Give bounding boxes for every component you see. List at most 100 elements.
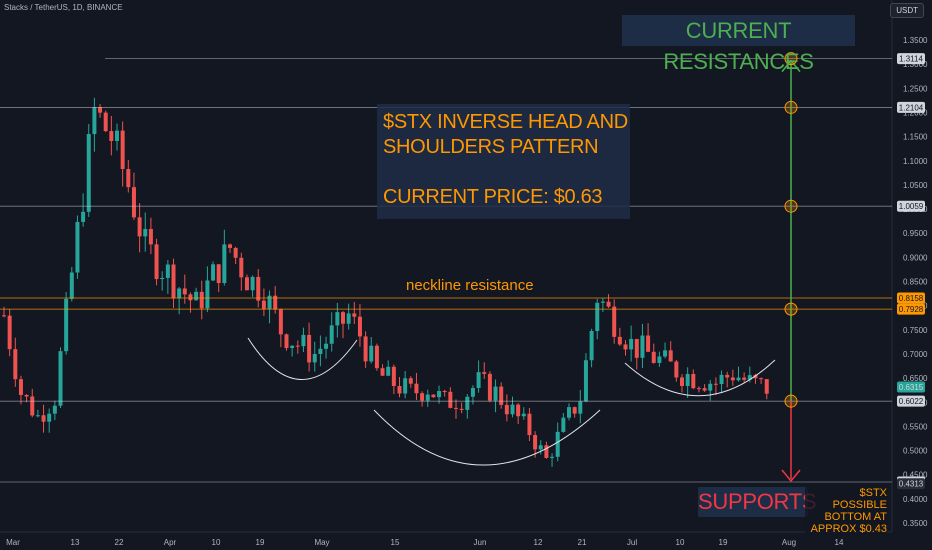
current-resistances-box: CURRENT RESISTANCES: [622, 15, 855, 74]
x-tick-label: Aug: [782, 538, 796, 547]
candle-body: [600, 301, 605, 303]
x-tick-label: Mar: [6, 538, 20, 547]
candle-body: [75, 221, 80, 273]
candle-body: [143, 228, 148, 237]
candle-body: [408, 378, 413, 384]
head-curve: [373, 409, 601, 466]
candle-body: [533, 435, 538, 450]
candle-body: [391, 366, 396, 387]
candle-body: [290, 345, 295, 349]
candle-body: [160, 277, 165, 280]
candle-body: [459, 408, 464, 410]
candle-body: [199, 291, 204, 309]
candle-body: [493, 386, 498, 401]
candle-body: [148, 228, 153, 245]
candle-body: [759, 378, 764, 380]
candle-body: [58, 351, 63, 406]
y-tick-label: 1.0500: [903, 181, 928, 190]
candle-body: [126, 168, 131, 188]
x-tick-label: 22: [115, 538, 124, 547]
pattern-annotation-box: $STX INVERSE HEAD AND SHOULDERS PATTERN …: [377, 104, 630, 219]
candle-body: [137, 217, 142, 237]
candle-body: [357, 316, 362, 337]
candle-body: [69, 272, 74, 299]
candle-body: [482, 372, 487, 374]
candle-body: [318, 348, 323, 354]
candle-body: [335, 312, 340, 326]
candle-body: [713, 383, 718, 385]
pattern-title-line1: $STX INVERSE HEAD AND: [383, 111, 628, 133]
candle-body: [81, 211, 86, 222]
x-tick-label: Jun: [474, 538, 487, 547]
candle-body: [374, 345, 379, 369]
candle-body: [555, 431, 560, 457]
candle-body: [109, 131, 114, 141]
candle-body: [583, 360, 588, 402]
candle-body: [651, 351, 656, 363]
candle-body: [680, 377, 684, 386]
target-circle: [784, 302, 798, 316]
candle-body: [657, 356, 662, 363]
candle-body: [730, 377, 735, 381]
candle-body: [403, 378, 408, 394]
candle-body: [663, 350, 668, 357]
candle-body: [295, 345, 300, 347]
y-tick-label: 1.1500: [903, 133, 928, 142]
candle-body: [284, 334, 289, 349]
candle-body: [120, 130, 125, 169]
candle-body: [47, 413, 52, 422]
candle-body: [420, 393, 425, 401]
x-tick-label: 10: [212, 538, 221, 547]
candle-body: [572, 407, 577, 414]
supports-box: SUPPORTS: [698, 487, 817, 517]
current-price-text: CURRENT PRICE: $0.63: [383, 186, 603, 208]
candle-body: [499, 386, 504, 405]
candle-body: [205, 280, 210, 309]
candle-body: [561, 417, 566, 432]
candle-body: [154, 244, 159, 280]
x-tick-label: 19: [256, 538, 265, 547]
candle-body: [86, 134, 91, 212]
chart-stage[interactable]: 1.3500 1.3000 1.2500 1.2000 1.1500 1.1000 1.05…: [0, 0, 932, 550]
candle-body: [470, 387, 475, 397]
candle-body: [261, 300, 266, 309]
candle-body: [742, 377, 747, 380]
y-tick-label: 0.7000: [903, 350, 928, 359]
candle-body: [194, 291, 199, 301]
candle-body: [346, 313, 351, 324]
candle-body: [465, 396, 470, 410]
candle-body: [324, 343, 329, 349]
currency-badge[interactable]: USDT: [890, 3, 924, 18]
candle-body: [18, 379, 23, 395]
bottom-note-line3: APPROX $0.43: [810, 523, 887, 535]
candle-body: [764, 379, 769, 394]
candle-body: [696, 388, 701, 390]
candle-body: [454, 407, 458, 409]
candle-body: [256, 276, 261, 301]
target-circle: [784, 199, 798, 213]
y-tick-label: 1.1000: [903, 157, 928, 166]
candle-body: [640, 335, 645, 358]
target-circle: [784, 394, 798, 408]
price-chart[interactable]: 1.35001.30001.25001.20001.15001.10001.05…: [0, 0, 932, 550]
x-tick-label: 21: [578, 538, 587, 547]
candle-body: [103, 112, 108, 132]
candle-body: [341, 312, 345, 324]
y-tick-label: 0.3500: [903, 519, 928, 528]
candle-body: [131, 187, 136, 218]
candle-body: [736, 377, 741, 381]
y-tick-label: 1.3500: [903, 36, 928, 45]
candle-body: [708, 383, 713, 391]
candle-body: [516, 404, 521, 417]
candle-body: [216, 264, 221, 284]
candle-body: [307, 334, 312, 363]
candle-body: [2, 315, 6, 317]
level-badge-label: 1.2104: [899, 103, 924, 112]
pattern-title-line2: SHOULDERS PATTERN: [383, 136, 599, 158]
axis-extra-label: 0.6315: [899, 383, 924, 392]
x-tick-label: 12: [534, 538, 543, 547]
candle-body: [41, 415, 46, 422]
candle-body: [329, 325, 334, 344]
candle-body: [171, 264, 176, 299]
y-tick-label: 0.9500: [903, 229, 928, 238]
